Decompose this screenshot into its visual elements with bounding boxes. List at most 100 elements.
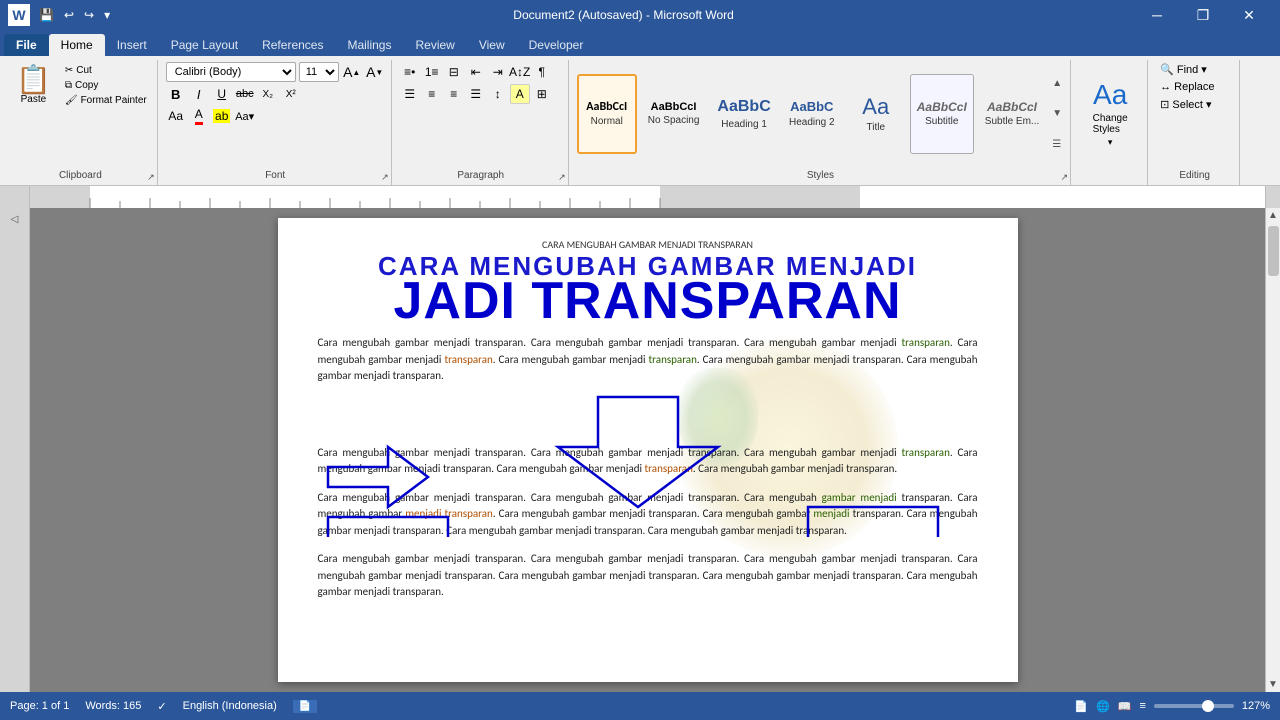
font-expand[interactable]: ↗	[381, 172, 389, 183]
close-btn[interactable]: ✕	[1226, 0, 1272, 30]
tab-insert[interactable]: Insert	[105, 34, 159, 56]
bullets-btn[interactable]: ≡•	[400, 62, 420, 82]
styles-expand[interactable]: ↗	[1061, 172, 1069, 183]
paragraph-group: ≡• 1≡ ⊟ ⇤ ⇥ A↕Z ¶ ☰ ≡ ≡ ☰ ↕ A ⊞	[394, 60, 569, 185]
style-h2-name: Heading 2	[789, 117, 835, 128]
shading-btn[interactable]: A	[510, 84, 530, 104]
style-up-arrow[interactable]: ▲	[1050, 76, 1064, 91]
cut-label: Cut	[76, 65, 92, 76]
numbering-btn[interactable]: 1≡	[422, 62, 442, 82]
underline-btn[interactable]: U	[212, 84, 232, 104]
format-painter-icon: 🖌	[65, 95, 78, 106]
subscript-btn[interactable]: X₂	[258, 84, 278, 104]
restore-btn[interactable]: ❐	[1180, 0, 1226, 30]
align-left-btn[interactable]: ☰	[400, 84, 420, 104]
multilevel-btn[interactable]: ⊟	[444, 62, 464, 82]
style-subtitle-name: Subtitle	[925, 116, 958, 127]
ruler-side-left	[0, 186, 30, 208]
paste-icon: 📋	[16, 66, 51, 94]
find-icon: 🔍	[1160, 63, 1174, 76]
clipboard-expand[interactable]: ↗	[147, 172, 155, 183]
style-nospacing-item[interactable]: AaBbCcI No Spacing	[641, 74, 707, 154]
sort-btn[interactable]: A↕Z	[510, 62, 530, 82]
clear-format-btn[interactable]: Aa	[166, 106, 186, 126]
doc-page[interactable]: CARA MENGUBAH GAMBAR MENJADI TRANSPARAN …	[278, 218, 1018, 682]
italic-btn[interactable]: I	[189, 84, 209, 104]
line-spacing-btn[interactable]: ↕	[488, 84, 508, 104]
status-bar: Page: 1 of 1 Words: 165 ✓ English (Indon…	[0, 692, 1280, 720]
tab-references[interactable]: References	[250, 34, 335, 56]
copy-button[interactable]: ⧉ Copy	[61, 79, 151, 92]
bold-btn[interactable]: B	[166, 84, 186, 104]
increase-indent-btn[interactable]: ⇥	[488, 62, 508, 82]
tab-file[interactable]: File	[4, 34, 49, 56]
view-mode-print[interactable]: 📄	[1074, 700, 1088, 713]
doc-paragraph-1: Cara mengubah gambar menjadi transparan.…	[318, 335, 978, 385]
style-normal-name: Normal	[591, 116, 623, 127]
font-group: Calibri (Body) 11 A▲ A▼ B I U abc X₂ X²	[160, 60, 392, 185]
tab-page-layout[interactable]: Page Layout	[159, 34, 250, 56]
qat-redo[interactable]: ↪	[81, 6, 97, 24]
change-case-btn[interactable]: Aa▾	[235, 106, 255, 126]
qat-save[interactable]: 💾	[36, 6, 57, 24]
qat-undo[interactable]: ↩	[61, 6, 77, 24]
qat-more[interactable]: ▾	[101, 6, 113, 24]
pilcrow-btn[interactable]: ¶	[532, 62, 552, 82]
decrease-indent-btn[interactable]: ⇤	[466, 62, 486, 82]
strikethrough-btn[interactable]: abc	[235, 84, 255, 104]
zoom-thumb[interactable]	[1202, 700, 1214, 712]
style-subtleem-item[interactable]: AaBbCcI Subtle Em...	[978, 74, 1046, 154]
clipboard-small-btns: ✂ Cut ⧉ Copy 🖌 Format Painter	[61, 64, 151, 107]
font-size-select[interactable]: 11	[299, 62, 339, 82]
highlight-btn[interactable]: ab	[212, 106, 232, 126]
style-subtitle-item[interactable]: AaBbCcI Subtitle	[910, 74, 974, 154]
format-painter-button[interactable]: 🖌 Format Painter	[61, 94, 151, 107]
spell-check[interactable]: ✓	[157, 700, 166, 713]
align-right-btn[interactable]: ≡	[444, 84, 464, 104]
borders-btn[interactable]: ⊞	[532, 84, 552, 104]
tab-review[interactable]: Review	[403, 34, 466, 56]
font-grow-btn[interactable]: A▲	[342, 62, 362, 82]
font-color-btn[interactable]: A	[189, 106, 209, 126]
doc-main[interactable]: CARA MENGUBAH GAMBAR MENJADI TRANSPARAN …	[30, 208, 1265, 692]
page-view-btn[interactable]: 📄	[293, 700, 317, 713]
paragraph-expand[interactable]: ↗	[558, 172, 566, 183]
para-row-2: ☰ ≡ ≡ ☰ ↕ A ⊞	[400, 84, 552, 104]
change-styles-button[interactable]: Aa ChangeStyles ▾	[1089, 75, 1132, 152]
font-shrink-btn[interactable]: A▼	[365, 62, 385, 82]
app-title: Document2 (Autosaved) - Microsoft Word	[113, 8, 1134, 22]
superscript-btn[interactable]: X²	[281, 84, 301, 104]
tab-mailings[interactable]: Mailings	[335, 34, 403, 56]
style-down-arrow[interactable]: ▼	[1050, 106, 1064, 121]
align-center-btn[interactable]: ≡	[422, 84, 442, 104]
view-mode-outline[interactable]: ≡	[1139, 700, 1145, 712]
view-mode-read[interactable]: 📖	[1118, 700, 1132, 713]
style-h1-item[interactable]: AaBbC Heading 1	[710, 74, 777, 154]
tab-developer[interactable]: Developer	[517, 34, 596, 56]
zoom-slider[interactable]	[1154, 704, 1234, 708]
style-title-item[interactable]: Aa Title	[846, 74, 906, 154]
paste-button[interactable]: 📋 Paste	[10, 62, 57, 109]
view-mode-web[interactable]: 🌐	[1096, 700, 1110, 713]
scrollbar-right[interactable]: ▲ ▼	[1265, 208, 1280, 692]
styles-group-content: AaBbCcI Normal AaBbCcI No Spacing AaBbC …	[577, 62, 1064, 181]
replace-label: Replace	[1174, 81, 1214, 93]
cut-button[interactable]: ✂ Cut	[61, 64, 151, 77]
language[interactable]: English (Indonesia)	[183, 700, 277, 712]
justify-btn[interactable]: ☰	[466, 84, 486, 104]
minimize-btn[interactable]: ─	[1134, 0, 1180, 30]
style-more-arrow[interactable]: ☰	[1050, 137, 1064, 152]
font-name-select[interactable]: Calibri (Body)	[166, 62, 296, 82]
style-h2-item[interactable]: AaBbC Heading 2	[782, 74, 842, 154]
style-normal-item[interactable]: AaBbCcI Normal	[577, 74, 637, 154]
replace-button[interactable]: ↔ Replace	[1156, 80, 1218, 94]
find-button[interactable]: 🔍 Find ▾	[1156, 62, 1211, 77]
font-row-3: Aa A ab Aa▾	[166, 106, 255, 126]
tab-home[interactable]: Home	[49, 34, 105, 56]
ruler-main[interactable]	[30, 186, 1265, 208]
copy-icon: ⧉	[65, 80, 72, 91]
select-button[interactable]: ⊡ Select ▾	[1156, 97, 1215, 112]
select-arrow: ▾	[1206, 98, 1212, 111]
ruler-side-right	[1265, 186, 1280, 208]
tab-view[interactable]: View	[467, 34, 517, 56]
